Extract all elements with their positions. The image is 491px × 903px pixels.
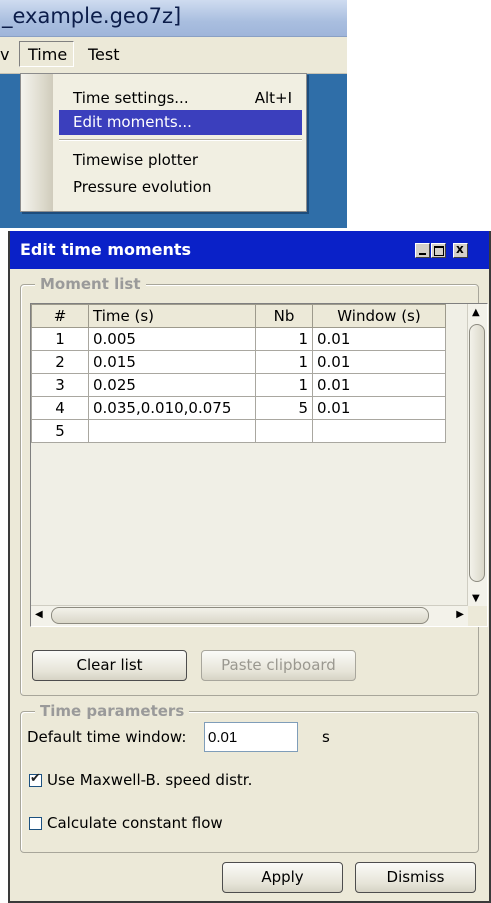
vertical-scroll-thumb[interactable] [469, 324, 485, 582]
clear-list-button[interactable]: Clear list [32, 650, 187, 681]
dialog-title-bar[interactable]: Edit time moments x [10, 231, 489, 269]
cell-number[interactable]: 5 [31, 419, 89, 443]
table-row[interactable]: 1 0.005 1 0.01 [31, 327, 446, 351]
menu-time-settings-shortcut: Alt+I [254, 89, 292, 107]
menu-time-settings[interactable]: Time settings... Alt+I [59, 86, 302, 111]
cell-time[interactable]: 0.035,0.010,0.075 [88, 396, 256, 420]
horizontal-scrollbar[interactable]: ◀ ▶ [31, 605, 468, 626]
close-button[interactable]: x [453, 242, 468, 258]
constant-flow-checkbox-row[interactable]: Calculate constant flow [29, 814, 223, 832]
horizontal-scroll-thumb[interactable] [51, 607, 429, 624]
moment-list-group: Moment list # Time (s) Nb Window (s) 1 0… [20, 275, 488, 696]
table-row[interactable]: 5 [31, 419, 446, 443]
scroll-right-icon[interactable]: ▶ [456, 609, 464, 620]
checkmark-icon: ✔ [30, 771, 41, 786]
time-parameters-legend: Time parameters [35, 702, 190, 720]
menu-pressure-evolution[interactable]: Pressure evolution [59, 175, 302, 200]
menu-item-test[interactable]: Test [88, 45, 120, 64]
cell-time[interactable]: 0.025 [88, 373, 256, 397]
moment-list-legend: Moment list [35, 275, 146, 293]
dialog-title: Edit time moments [20, 240, 192, 259]
cell-time[interactable]: 0.005 [88, 327, 256, 351]
maximize-button[interactable] [431, 243, 446, 258]
constant-flow-checkbox[interactable] [29, 817, 42, 830]
menu-item-previous[interactable]: v [0, 45, 9, 64]
constant-flow-label: Calculate constant flow [47, 814, 223, 832]
cell-window[interactable]: 0.01 [312, 373, 446, 397]
maxwell-label: Use Maxwell-B. speed distr. [47, 771, 253, 789]
scrollbar-corner [468, 606, 487, 626]
menu-timewise-plotter[interactable]: Timewise plotter [59, 148, 302, 173]
cell-window[interactable]: 0.01 [312, 396, 446, 420]
table-row[interactable]: 4 0.035,0.010,0.075 5 0.01 [31, 396, 446, 420]
menu-icon-gutter [21, 74, 53, 211]
cell-time[interactable] [88, 419, 256, 443]
scroll-down-icon[interactable]: ▼ [472, 593, 480, 604]
scroll-up-icon[interactable]: ▲ [472, 307, 480, 318]
cell-window[interactable]: 0.01 [312, 350, 446, 374]
window-title: _example.geo7z] [2, 4, 182, 28]
default-time-window-label: Default time window: [27, 728, 187, 746]
cell-nb[interactable]: 1 [255, 350, 313, 374]
column-header-nb[interactable]: Nb [255, 304, 313, 328]
moment-table-container: # Time (s) Nb Window (s) 1 0.005 1 0.01 … [30, 303, 488, 627]
close-icon: x [456, 242, 464, 256]
dismiss-button[interactable]: Dismiss [355, 862, 476, 893]
table-row[interactable]: 3 0.025 1 0.01 [31, 373, 446, 397]
cell-number[interactable]: 3 [31, 373, 89, 397]
apply-button[interactable]: Apply [222, 862, 343, 893]
default-time-window-input[interactable] [204, 722, 298, 752]
paste-clipboard-button[interactable]: Paste clipboard [201, 650, 356, 681]
window-title-bar: _example.geo7z] [0, 0, 347, 37]
cell-number[interactable]: 2 [31, 350, 89, 374]
vertical-scrollbar[interactable]: ▲ ▼ [467, 304, 487, 606]
menu-time-settings-label: Time settings... [73, 89, 189, 107]
time-menu-dropdown: Time settings... Alt+I Edit moments... T… [20, 73, 307, 212]
scroll-left-icon[interactable]: ◀ [35, 609, 43, 620]
cell-nb[interactable]: 1 [255, 373, 313, 397]
cell-number[interactable]: 1 [31, 327, 89, 351]
cell-nb[interactable]: 1 [255, 327, 313, 351]
maxwell-checkbox-row[interactable]: ✔ Use Maxwell-B. speed distr. [29, 771, 252, 789]
column-header-window[interactable]: Window (s) [312, 304, 446, 328]
menu-screenshot: _example.geo7z] v Time Test Time setting… [0, 0, 347, 228]
cell-nb[interactable]: 5 [255, 396, 313, 420]
menubar: v Time Test [0, 37, 347, 74]
maxwell-checkbox[interactable]: ✔ [29, 771, 42, 787]
cell-time[interactable]: 0.015 [88, 350, 256, 374]
cell-window[interactable] [312, 419, 446, 443]
cell-number[interactable]: 4 [31, 396, 89, 420]
table-row[interactable]: 2 0.015 1 0.01 [31, 350, 446, 374]
moment-table: # Time (s) Nb Window (s) 1 0.005 1 0.01 … [31, 304, 446, 443]
minimize-button[interactable] [415, 243, 430, 258]
column-header-time[interactable]: Time (s) [88, 304, 256, 328]
cell-window[interactable]: 0.01 [312, 327, 446, 351]
menu-edit-moments[interactable]: Edit moments... [59, 110, 302, 135]
default-time-window-unit: s [322, 728, 330, 746]
column-header-number[interactable]: # [31, 304, 89, 328]
menu-item-time[interactable]: Time [19, 41, 74, 67]
table-header-row: # Time (s) Nb Window (s) [31, 304, 446, 328]
cell-nb[interactable] [255, 419, 313, 443]
edit-time-moments-dialog: Edit time moments x Moment list # Time (… [8, 231, 491, 903]
menu-separator [59, 139, 302, 141]
